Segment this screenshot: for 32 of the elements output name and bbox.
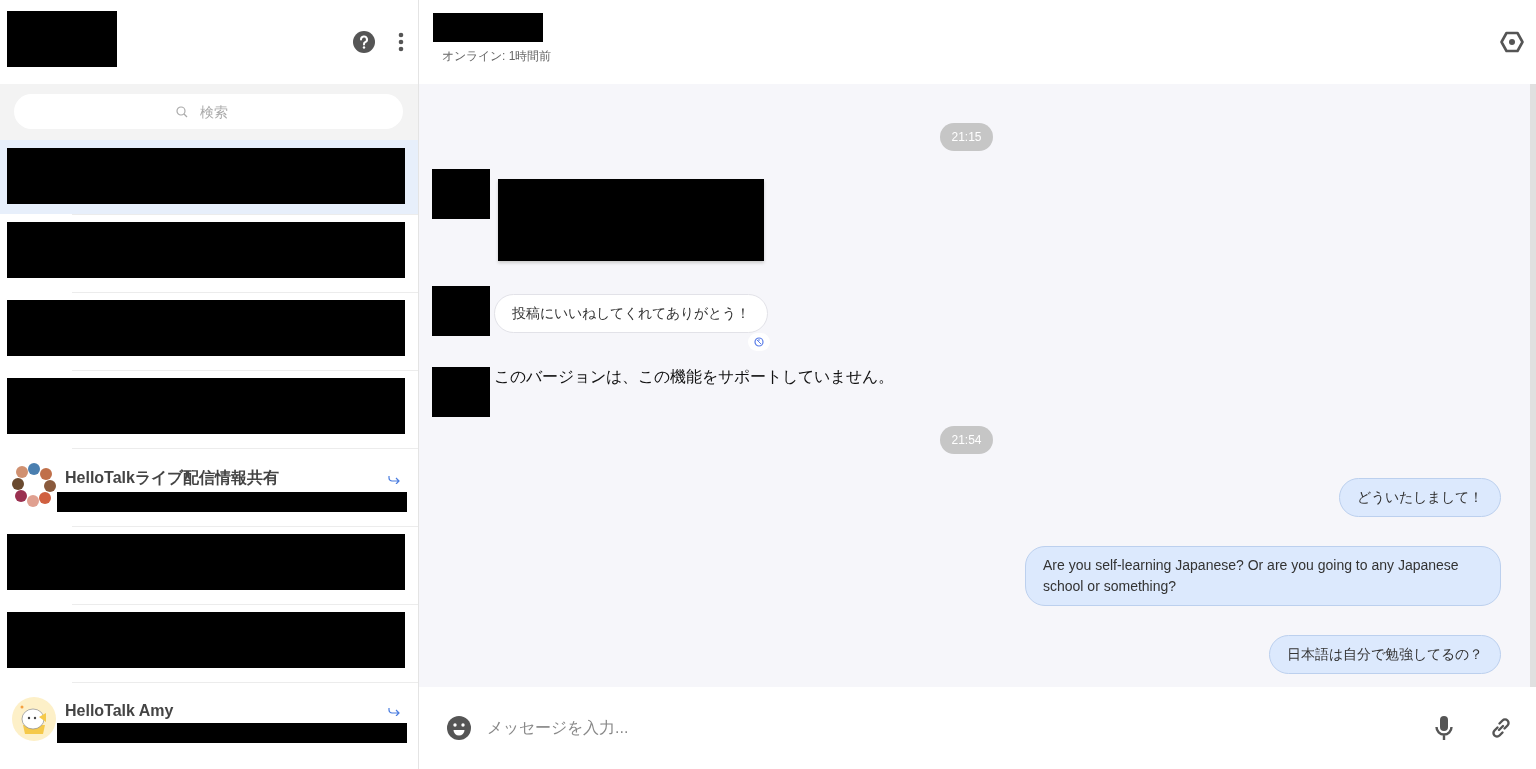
translate-icon (754, 337, 764, 347)
settings-icon[interactable] (1500, 31, 1524, 53)
redacted-block (432, 367, 490, 417)
message-bubble: Are you self-learning Japanese? Or are you going to any Japanese school or something? (1025, 546, 1501, 606)
search-field[interactable]: 検索 (14, 94, 403, 129)
online-status: オンライン: 1時間前 (442, 48, 552, 65)
microphone-icon[interactable] (1434, 715, 1454, 741)
forward-arrow-icon (388, 706, 400, 716)
conversation-name: HelloTalk Amy (65, 702, 174, 720)
redacted-block (432, 286, 490, 336)
forward-arrow-icon (388, 473, 400, 484)
message-bubble: どういたしまして！ (1339, 478, 1501, 517)
conversation-item[interactable] (0, 140, 418, 214)
message-bubble: 投稿にいいねしてくれてありがとう！ (494, 294, 768, 333)
conversation-name: HelloTalkライブ配信情報共有 (65, 468, 279, 488)
help-icon[interactable] (353, 31, 375, 53)
redacted-block (432, 169, 490, 219)
message-bubble: 日本語は自分で勉強してるの？ (1269, 635, 1501, 674)
link-icon[interactable] (1490, 717, 1512, 739)
unsupported-message: このバージョンは、この機能をサポートしていません。 (494, 367, 894, 387)
conversation-item[interactable]: HelloTalk Amy (0, 682, 418, 760)
search-icon (175, 105, 188, 118)
conversation-item[interactable]: HelloTalkライブ配信情報共有 (0, 448, 418, 526)
emoji-icon[interactable] (447, 716, 471, 740)
timestamp-pill: 21:54 (940, 426, 993, 454)
mascot-avatar-icon (12, 697, 56, 741)
timestamp-pill: 21:15 (940, 123, 993, 151)
more-menu-icon[interactable] (398, 32, 404, 52)
message-input[interactable]: メッセージを入力... (487, 715, 1418, 741)
search-input[interactable]: 検索 (197, 102, 242, 121)
translate-button[interactable] (748, 333, 770, 351)
message-composer[interactable]: メッセージを入力... (419, 687, 1536, 769)
